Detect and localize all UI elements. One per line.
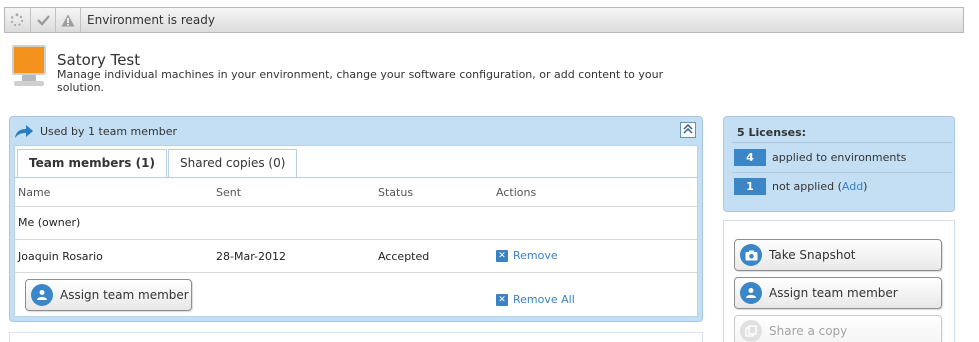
licenses-title: 5 Licenses: <box>737 126 807 139</box>
column-header-status: Status <box>378 186 414 199</box>
warning-icon <box>58 10 78 30</box>
row-member-name: Joaquin Rosario <box>18 250 103 263</box>
not-applied-count-badge: 1 <box>734 178 766 195</box>
not-applied-label: not applied (Add) <box>772 180 868 193</box>
spinner-icon <box>7 10 27 30</box>
lower-panel <box>9 332 703 342</box>
take-snapshot-button[interactable]: Take Snapshot <box>734 239 942 271</box>
panel-title: Used by 1 team member <box>40 125 178 138</box>
applied-count-badge: 4 <box>734 149 766 166</box>
share-copy-button[interactable]: Share a copy <box>734 315 942 342</box>
add-license-link[interactable]: Add <box>842 180 863 193</box>
share-arrow-icon <box>14 124 34 140</box>
column-header-actions: Actions <box>496 186 537 199</box>
page-title: Satory Test <box>57 51 141 69</box>
applied-label: applied to environments <box>772 151 907 164</box>
user-icon <box>740 282 762 304</box>
remove-member-link[interactable]: ✕ Remove <box>496 249 558 262</box>
assign-team-member-button[interactable]: Assign team member <box>25 279 192 311</box>
check-icon <box>33 10 53 30</box>
share-icon <box>740 320 762 342</box>
row-member-status: Accepted <box>378 250 430 263</box>
remove-all-link[interactable]: ✕ Remove All <box>496 293 575 306</box>
collapse-button[interactable] <box>680 122 696 138</box>
camera-icon <box>740 244 762 266</box>
team-panel: Used by 1 team member Team members (1) S… <box>9 116 703 322</box>
monitor-icon <box>10 45 48 89</box>
page-description: Manage individual machines in your envir… <box>57 68 664 94</box>
row-member-sent: 28-Mar-2012 <box>216 250 286 263</box>
remove-all-icon: ✕ <box>496 293 508 306</box>
assign-team-member-side-button[interactable]: Assign team member <box>734 277 942 309</box>
team-members-content: Team members (1) Shared copies (0) Name … <box>14 145 698 317</box>
remove-icon: ✕ <box>496 249 508 262</box>
side-actions-panel: Take Snapshot Assign team member Share a… <box>723 220 955 342</box>
column-header-name: Name <box>18 186 51 199</box>
tab-team-members[interactable]: Team members (1) <box>17 149 167 177</box>
row-owner-name: Me (owner) <box>18 216 81 229</box>
column-header-sent: Sent <box>216 186 242 199</box>
tab-shared-copies[interactable]: Shared copies (0) <box>168 149 298 177</box>
user-icon <box>31 284 53 306</box>
status-bar: Environment is ready <box>4 7 964 33</box>
licenses-panel: 5 Licenses: 4 applied to environments 1 … <box>723 116 955 212</box>
status-text: Environment is ready <box>87 13 215 27</box>
